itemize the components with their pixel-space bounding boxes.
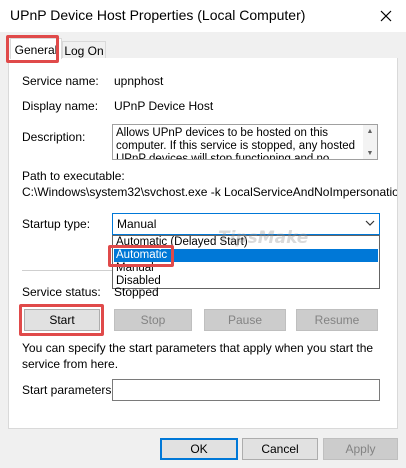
scroll-down-icon[interactable]: ▼ xyxy=(363,147,377,159)
window-title: UPnP Device Host Properties (Local Compu… xyxy=(10,7,306,23)
stop-button[interactable]: Stop xyxy=(114,309,192,331)
ok-button[interactable]: OK xyxy=(160,438,238,460)
description-text: Allows UPnP devices to be hosted on this… xyxy=(116,127,356,160)
apply-button[interactable]: Apply xyxy=(323,438,398,460)
service-name-label: Service name: xyxy=(22,74,99,88)
path-label: Path to executable: xyxy=(22,169,125,183)
service-name-value: upnphost xyxy=(114,74,164,88)
highlight-general-tab xyxy=(6,35,59,63)
watermark: TipsMake xyxy=(218,228,309,248)
start-params-input[interactable] xyxy=(112,379,380,401)
startup-type-label: Startup type: xyxy=(22,217,91,231)
service-status-value: Stopped xyxy=(114,285,159,299)
scroll-up-icon[interactable]: ▲ xyxy=(363,125,377,137)
resume-button[interactable]: Resume xyxy=(296,309,378,331)
path-value: C:\Windows\system32\svchost.exe -k Local… xyxy=(22,185,397,199)
pause-button[interactable]: Pause xyxy=(204,309,286,331)
display-name-label: Display name: xyxy=(22,99,99,113)
description-label: Description: xyxy=(22,130,86,144)
startup-type-value: Manual xyxy=(117,217,157,231)
highlight-automatic-option xyxy=(108,245,174,267)
title-bar: UPnP Device Host Properties (Local Compu… xyxy=(0,0,406,32)
cancel-button[interactable]: Cancel xyxy=(242,438,318,460)
chevron-down-icon xyxy=(365,218,375,231)
highlight-start-button xyxy=(19,304,104,336)
tab-log-on[interactable]: Log On xyxy=(62,41,106,59)
description-scrollbar[interactable]: ▲ ▼ xyxy=(363,125,377,159)
close-button[interactable] xyxy=(366,0,406,32)
service-status-label: Service status: xyxy=(22,285,101,299)
start-params-label: Start parameters: xyxy=(22,383,115,397)
display-name-value: UPnP Device Host xyxy=(114,99,214,113)
close-icon xyxy=(380,10,392,22)
description-box[interactable]: Allows UPnP devices to be hosted on this… xyxy=(112,124,378,160)
start-params-note: You can specify the start parameters tha… xyxy=(22,341,374,371)
